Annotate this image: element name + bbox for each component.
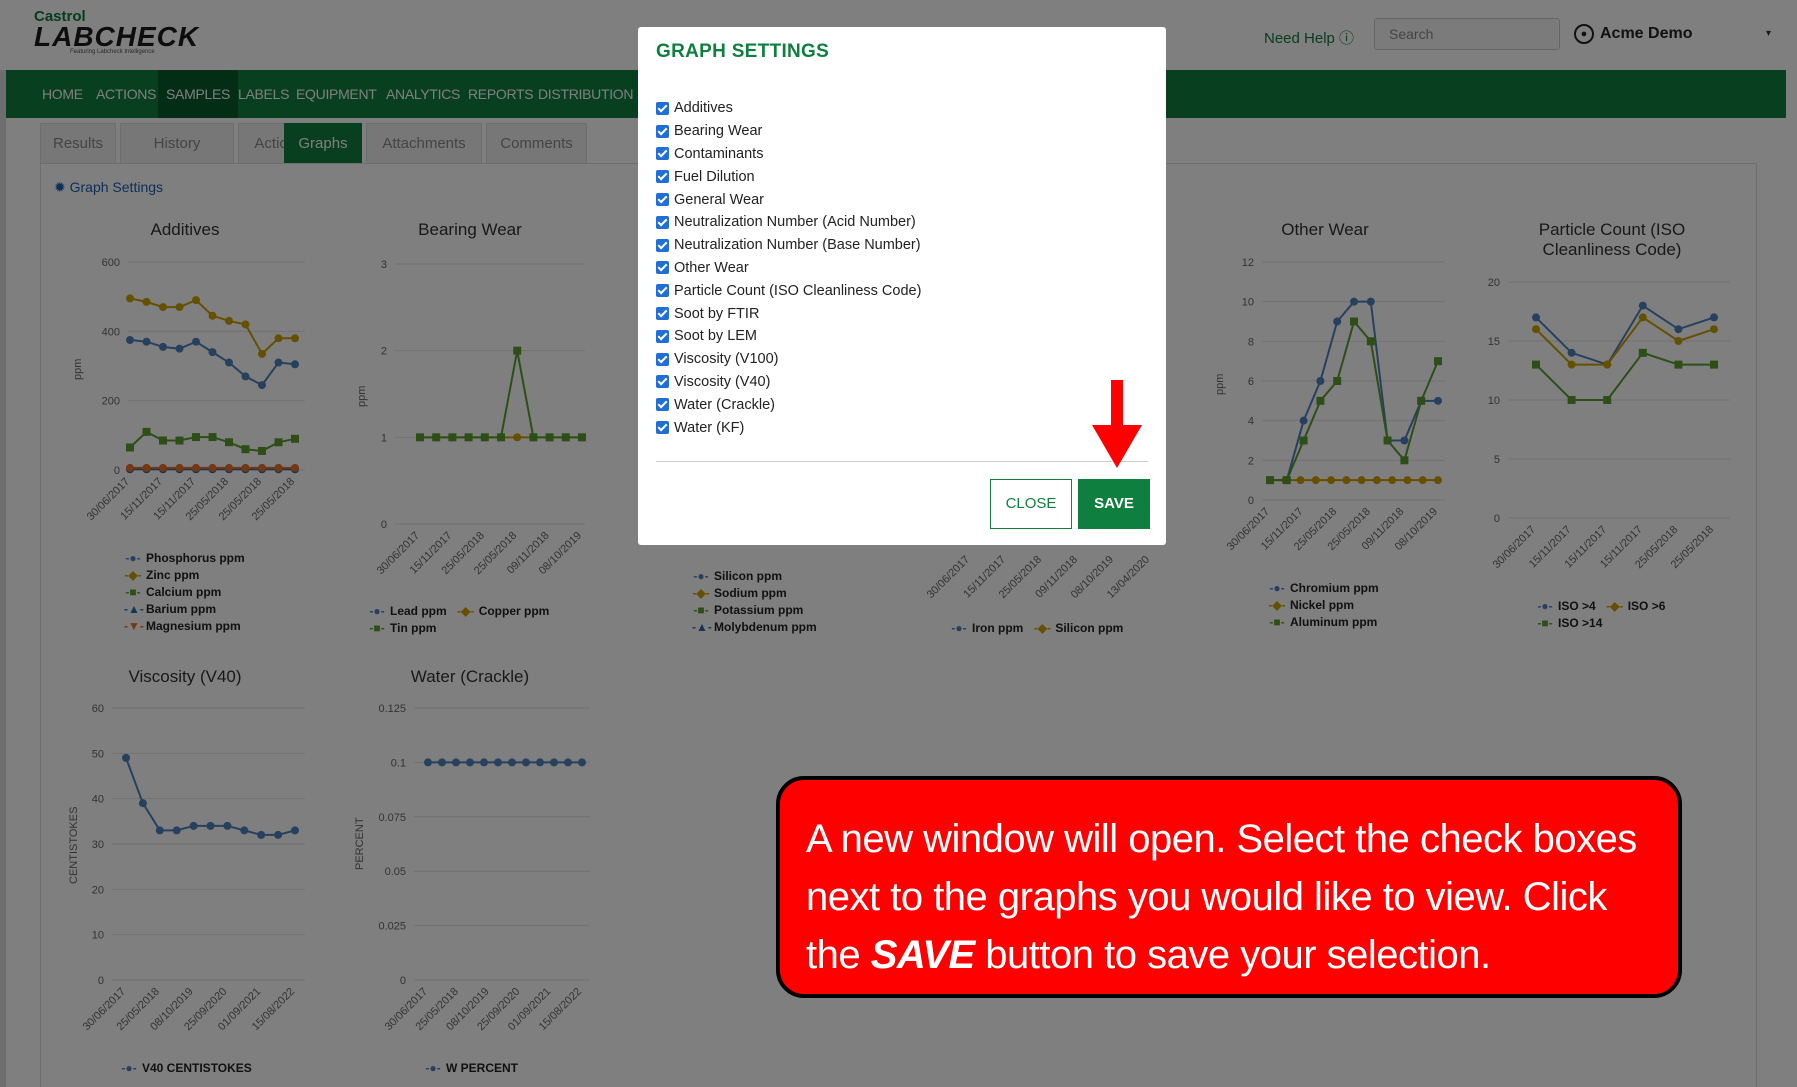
graph-options-list: Additives Bearing Wear Contaminants Fuel Di… [656, 97, 921, 439]
checkbox-checked-icon[interactable] [656, 421, 669, 435]
instruction-callout: A new window will open. Select the check… [776, 776, 1682, 998]
checkbox-checked-icon[interactable] [656, 398, 669, 412]
checkbox-label: Contaminants [674, 145, 764, 162]
checkbox-checked-icon[interactable] [656, 329, 669, 343]
instruction-emphasis: SAVE [870, 933, 975, 977]
close-button[interactable]: CLOSE [990, 479, 1072, 529]
graph-option-checkbox[interactable]: Soot by FTIR [656, 302, 921, 325]
modal-divider [656, 461, 1148, 462]
graph-option-checkbox[interactable]: Neutralization Number (Acid Number) [656, 211, 921, 234]
graph-option-checkbox[interactable]: Water (Crackle) [656, 393, 921, 416]
checkbox-label: Water (Crackle) [674, 396, 775, 413]
graph-option-checkbox[interactable]: General Wear [656, 188, 921, 211]
checkbox-label: Additives [674, 100, 733, 117]
instruction-text: A new window will open. Select the check… [806, 810, 1666, 984]
instruction-part2: button to save your selection. [974, 933, 1491, 977]
checkbox-label: Bearing Wear [674, 123, 763, 140]
modal-title: GRAPH SETTINGS [656, 41, 830, 62]
graph-option-checkbox[interactable]: Viscosity (V100) [656, 348, 921, 371]
checkbox-checked-icon[interactable] [656, 238, 669, 252]
graph-option-checkbox[interactable]: Bearing Wear [656, 120, 921, 143]
graph-option-checkbox[interactable]: Additives [656, 97, 921, 120]
checkbox-label: Viscosity (V100) [674, 351, 779, 368]
graph-settings-modal: GRAPH SETTINGS Additives Bearing Wear Cont… [638, 27, 1166, 545]
checkbox-checked-icon[interactable] [656, 261, 669, 275]
checkbox-checked-icon[interactable] [656, 284, 669, 298]
red-arrow-icon [1092, 380, 1142, 468]
checkbox-checked-icon[interactable] [656, 375, 669, 389]
checkbox-checked-icon[interactable] [656, 352, 669, 366]
checkbox-checked-icon[interactable] [656, 147, 669, 161]
graph-option-checkbox[interactable]: Viscosity (V40) [656, 371, 921, 394]
graph-option-checkbox[interactable]: Soot by LEM [656, 325, 921, 348]
checkbox-label: Particle Count (ISO Cleanliness Code) [674, 282, 922, 299]
checkbox-checked-icon[interactable] [656, 170, 669, 184]
checkbox-label: Fuel Dilution [674, 168, 755, 185]
checkbox-label: Neutralization Number (Acid Number) [674, 214, 916, 231]
graph-option-checkbox[interactable]: Neutralization Number (Base Number) [656, 234, 921, 257]
graph-option-checkbox[interactable]: Contaminants [656, 143, 921, 166]
checkbox-checked-icon[interactable] [656, 193, 669, 207]
checkbox-label: Other Wear [674, 259, 749, 276]
graph-option-checkbox[interactable]: Fuel Dilution [656, 165, 921, 188]
checkbox-label: Soot by LEM [674, 328, 758, 345]
checkbox-label: Neutralization Number (Base Number) [674, 237, 921, 254]
checkbox-label: Soot by FTIR [674, 305, 760, 322]
checkbox-label: General Wear [674, 191, 764, 208]
checkbox-label: Water (KF) [674, 419, 745, 436]
graph-option-checkbox[interactable]: Particle Count (ISO Cleanliness Code) [656, 279, 921, 302]
save-button[interactable]: SAVE [1078, 479, 1150, 529]
graph-option-checkbox[interactable]: Other Wear [656, 257, 921, 280]
graph-option-checkbox[interactable]: Water (KF) [656, 416, 921, 439]
checkbox-checked-icon[interactable] [656, 215, 669, 229]
checkbox-checked-icon[interactable] [656, 101, 669, 115]
checkbox-label: Viscosity (V40) [674, 373, 771, 390]
checkbox-checked-icon[interactable] [656, 307, 669, 321]
checkbox-checked-icon[interactable] [656, 124, 669, 138]
screenshot-frame: Castrol LABCHECK Featuring Labcheck Inte… [0, 0, 1797, 1087]
